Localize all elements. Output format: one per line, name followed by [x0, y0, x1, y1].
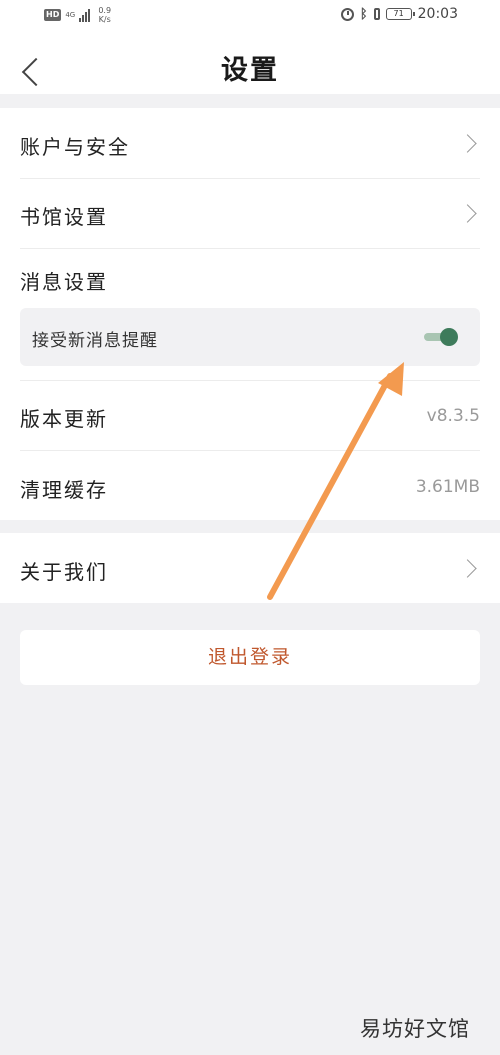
- speed-unit: K/s: [98, 15, 111, 24]
- library-settings-item[interactable]: 书馆设置: [20, 178, 480, 248]
- header-bar: 设置: [0, 34, 500, 94]
- cache-size-value: 3.61MB: [415, 477, 480, 497]
- version-update-item[interactable]: 版本更新 v8.3.5: [20, 380, 480, 450]
- message-settings-label: 消息设置: [20, 270, 108, 294]
- account-security-label: 账户与安全: [20, 135, 130, 159]
- chevron-right-icon: [458, 204, 477, 223]
- clock: 20:03: [417, 6, 458, 22]
- logout-button[interactable]: 退出登录: [20, 630, 480, 685]
- about-us-item[interactable]: 关于我们: [20, 533, 480, 603]
- settings-section-main: 账户与安全 书馆设置 消息设置 接受新消息提醒 版本更新 v8.3.5 清理缓存…: [0, 108, 500, 520]
- library-settings-label: 书馆设置: [20, 205, 108, 229]
- version-update-label: 版本更新: [20, 407, 108, 431]
- network-type: 4G: [65, 10, 76, 19]
- chevron-right-icon: [458, 134, 477, 153]
- settings-section-about: 关于我们: [0, 533, 500, 603]
- chevron-right-icon: [458, 559, 477, 578]
- signal-icon: [79, 8, 91, 22]
- status-bar: HD 4G 0.9 K/s ᛒ 71 20:03: [0, 0, 500, 34]
- account-security-item[interactable]: 账户与安全: [20, 108, 480, 178]
- message-settings-header: 消息设置: [20, 248, 480, 304]
- notifications-toggle[interactable]: [424, 328, 458, 346]
- about-us-label: 关于我们: [20, 560, 108, 584]
- bluetooth-icon: ᛒ: [359, 6, 368, 22]
- speed-value: 0.9: [98, 6, 112, 15]
- alarm-icon: [340, 7, 354, 21]
- vibrate-icon: [373, 8, 380, 20]
- receive-notifications-item: 接受新消息提醒: [20, 308, 480, 366]
- status-right: ᛒ 71 20:03: [340, 6, 458, 22]
- clear-cache-label: 清理缓存: [20, 478, 108, 502]
- version-value: v8.3.5: [426, 406, 480, 426]
- toggle-knob: [440, 328, 458, 346]
- page-title: 设置: [221, 55, 279, 86]
- clear-cache-item[interactable]: 清理缓存 3.61MB: [20, 450, 480, 520]
- receive-notifications-label: 接受新消息提醒: [32, 331, 158, 351]
- battery-icon: 71: [385, 8, 415, 20]
- hd-badge: HD: [44, 9, 62, 21]
- network-speed: 0.9 K/s: [98, 6, 111, 24]
- watermark-text: 易坊好文馆: [360, 1017, 470, 1041]
- status-left: HD 4G 0.9 K/s: [44, 6, 111, 24]
